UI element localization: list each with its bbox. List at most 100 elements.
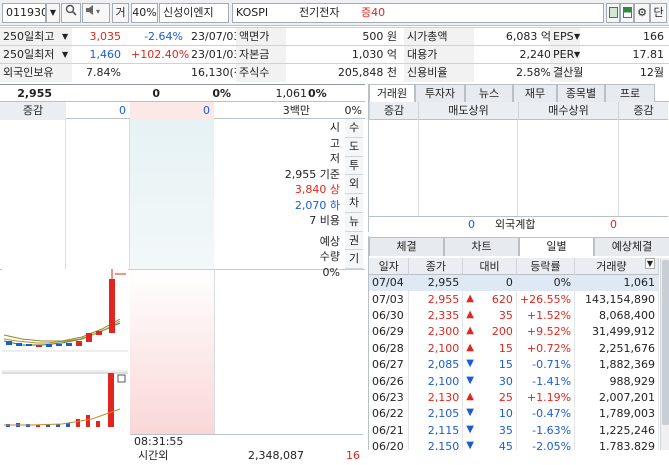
- row-close: 2,335: [408, 307, 464, 324]
- daily-scrollbar[interactable]: [660, 258, 669, 450]
- info-chg: -2.64%: [144, 30, 183, 43]
- daily-col-header: 일자: [369, 258, 410, 275]
- dropdown-icon[interactable]: ▼: [574, 28, 580, 46]
- info-date: 23/01/03: [191, 48, 241, 61]
- broker-tab[interactable]: 투자자: [415, 84, 465, 102]
- info-val2: 205,848 천: [337, 66, 397, 79]
- close-single-button[interactable]: 단: [650, 3, 667, 23]
- stock-name-field[interactable]: 신성이엔지: [159, 3, 229, 23]
- mini-candle-chart: [2, 269, 128, 449]
- row-diff-cell: ▲ 35: [462, 307, 517, 324]
- info-row: 250일최고 3,035 -2.64% 23/07/03 액면가 500 원 시가총액 6,0…: [0, 27, 669, 46]
- info-row: 250일최저 1,460 +102.40% 23/01/03 자본금 1,030 억 대용가…: [0, 45, 669, 64]
- daily-col-label: 종가: [425, 260, 446, 273]
- stock-code-input[interactable]: 011930: [2, 3, 46, 23]
- row-close: 2,085: [408, 356, 464, 373]
- row-volume: 1,789,003: [574, 405, 659, 423]
- daily-tab[interactable]: 일별: [519, 237, 594, 256]
- row-diff: 35: [498, 423, 513, 437]
- broker-col-header: 증감: [369, 102, 418, 120]
- table-row[interactable]: 06/20 2,150 ▼ 45 -2.05% 1,783,829: [369, 438, 659, 450]
- broker-tab[interactable]: 뉴스: [465, 84, 513, 102]
- broker-tab[interactable]: 종목별: [557, 84, 605, 102]
- search-icon[interactable]: [61, 3, 81, 23]
- dropdown-icon[interactable]: ▼: [62, 46, 68, 64]
- up-arrow-icon: ▲: [466, 390, 474, 402]
- table-row[interactable]: 06/27 2,085 ▼ 15 -0.71% 1,882,369: [369, 356, 659, 373]
- price-info: 시 고 저 2,955 기준 3,840 상 2,070 하 7 비용 예상 수…: [214, 119, 344, 279]
- row-diff: 25: [498, 390, 513, 404]
- up-arrow-icon: ▲: [466, 308, 474, 320]
- current-price: 2,955: [17, 87, 52, 100]
- up-arrow-icon: ▲: [466, 325, 474, 337]
- quote-change-rate: 0%: [212, 87, 231, 100]
- ratio-field[interactable]: 40%: [131, 3, 158, 23]
- foreign-sum-row: 0 외국계합 0: [369, 216, 668, 232]
- info-price: 1,460: [89, 48, 122, 61]
- row-diff: 45: [498, 440, 513, 450]
- row-diff-cell: ▼ 35: [462, 422, 517, 439]
- table-row[interactable]: 06/21 2,115 ▼ 35 -1.63% 1,225,246: [369, 422, 659, 439]
- info-price: 7.84%: [86, 66, 121, 79]
- daily-tab[interactable]: 예상체결: [594, 237, 669, 256]
- side-tab[interactable]: 권: [345, 231, 363, 251]
- code-dropdown-button[interactable]: ▼: [46, 3, 60, 23]
- scroll-thumb[interactable]: [662, 260, 669, 425]
- side-tab[interactable]: 외: [345, 175, 363, 194]
- row-volume: 1,061: [574, 274, 659, 291]
- chart-icon[interactable]: [606, 3, 620, 23]
- orderbook-body: 시 고 저 2,955 기준 3,840 상 2,070 하 7 비용 예상 수…: [0, 119, 365, 462]
- table-row[interactable]: 06/28 2,100 ▲ 15 +0.72% 2,251,676: [369, 340, 659, 357]
- row-close: 2,300: [408, 323, 464, 341]
- table-row[interactable]: 06/29 2,300 ▲ 200 +9.52% 31,499,912: [369, 323, 659, 341]
- side-tab[interactable]: 투: [345, 156, 363, 176]
- info-row: 외국인보유 7.84% 16,130(천) 주식수 205,848 천 신용비율 2.58%…: [0, 63, 669, 82]
- toolbar: 011930 ▼ ▾ 거 40% 신성이엔지 KOSPI 전기전자 증40 ⚙ …: [0, 0, 669, 26]
- table-row[interactable]: 06/26 2,100 ▼ 30 -1.41% 988,929: [369, 372, 659, 390]
- bid-area: [130, 269, 214, 434]
- side-tab[interactable]: 기: [345, 250, 363, 269]
- remain-rate: 0%: [344, 104, 362, 117]
- broker-tab[interactable]: 프로: [605, 84, 655, 102]
- info-val4: 166: [643, 30, 664, 43]
- quote-change: 0: [152, 87, 160, 100]
- broker-tab[interactable]: 재무: [513, 84, 557, 102]
- speaker-icon[interactable]: ▾: [82, 3, 110, 23]
- info-val3: 2,240: [519, 48, 552, 61]
- row-rate: +1.52%: [516, 307, 576, 324]
- side-tab[interactable]: 차: [345, 194, 363, 213]
- dropdown-icon[interactable]: ▼: [62, 28, 68, 46]
- layout-icon[interactable]: [620, 3, 634, 23]
- menu-char-button[interactable]: 거: [112, 3, 129, 23]
- table-row[interactable]: 06/23 2,130 ▲ 25 +1.19% 2,007,201: [369, 389, 659, 406]
- side-tab[interactable]: 뉴: [345, 212, 363, 232]
- info-label4: 결산월: [550, 64, 583, 82]
- table-row[interactable]: 07/04 2,955 0 0% 1,061: [369, 274, 659, 291]
- row-diff-cell: ▼ 10: [462, 405, 517, 423]
- row-rate: +9.52%: [516, 323, 576, 341]
- side-tab[interactable]: 도: [345, 137, 363, 157]
- row-diff: 35: [498, 308, 513, 322]
- daily-col-header: 거래량 ▼: [574, 258, 659, 275]
- orderbook-header: 증감 0 0 3백만 0%: [0, 102, 365, 120]
- row-date: 06/27: [369, 356, 410, 373]
- dropdown-icon[interactable]: ▼: [574, 46, 580, 64]
- row-diff: 620: [491, 292, 513, 306]
- upper-limit: 3,840 상: [294, 183, 340, 196]
- row-diff-cell: ▲ 200: [462, 323, 517, 341]
- daily-tab[interactable]: 체결: [369, 237, 444, 256]
- column-dropdown-icon[interactable]: ▼: [644, 258, 655, 269]
- stock-info-panel: 250일최고 3,035 -2.64% 23/07/03 액면가 500 원 시가총액 6,0…: [0, 27, 669, 82]
- table-row[interactable]: 06/22 2,105 ▼ 10 -0.47% 1,789,003: [369, 405, 659, 423]
- row-rate: -2.05%: [516, 438, 576, 450]
- row-diff-cell: ▼ 45: [462, 438, 517, 450]
- side-tab[interactable]: 수: [345, 119, 363, 138]
- row-volume: 2,007,201: [574, 389, 659, 406]
- table-row[interactable]: 06/30 2,335 ▲ 35 +1.52% 8,068,400: [369, 307, 659, 324]
- table-row[interactable]: 07/03 2,955 ▲ 620 +26.55% 143,154,890: [369, 290, 659, 308]
- gear-icon[interactable]: ⚙: [634, 3, 650, 23]
- lower-limit: 2,070 하: [294, 198, 340, 212]
- daily-tab[interactable]: 차트: [444, 237, 519, 256]
- row-date: 06/30: [369, 307, 410, 324]
- broker-tab[interactable]: 거래원: [369, 84, 415, 102]
